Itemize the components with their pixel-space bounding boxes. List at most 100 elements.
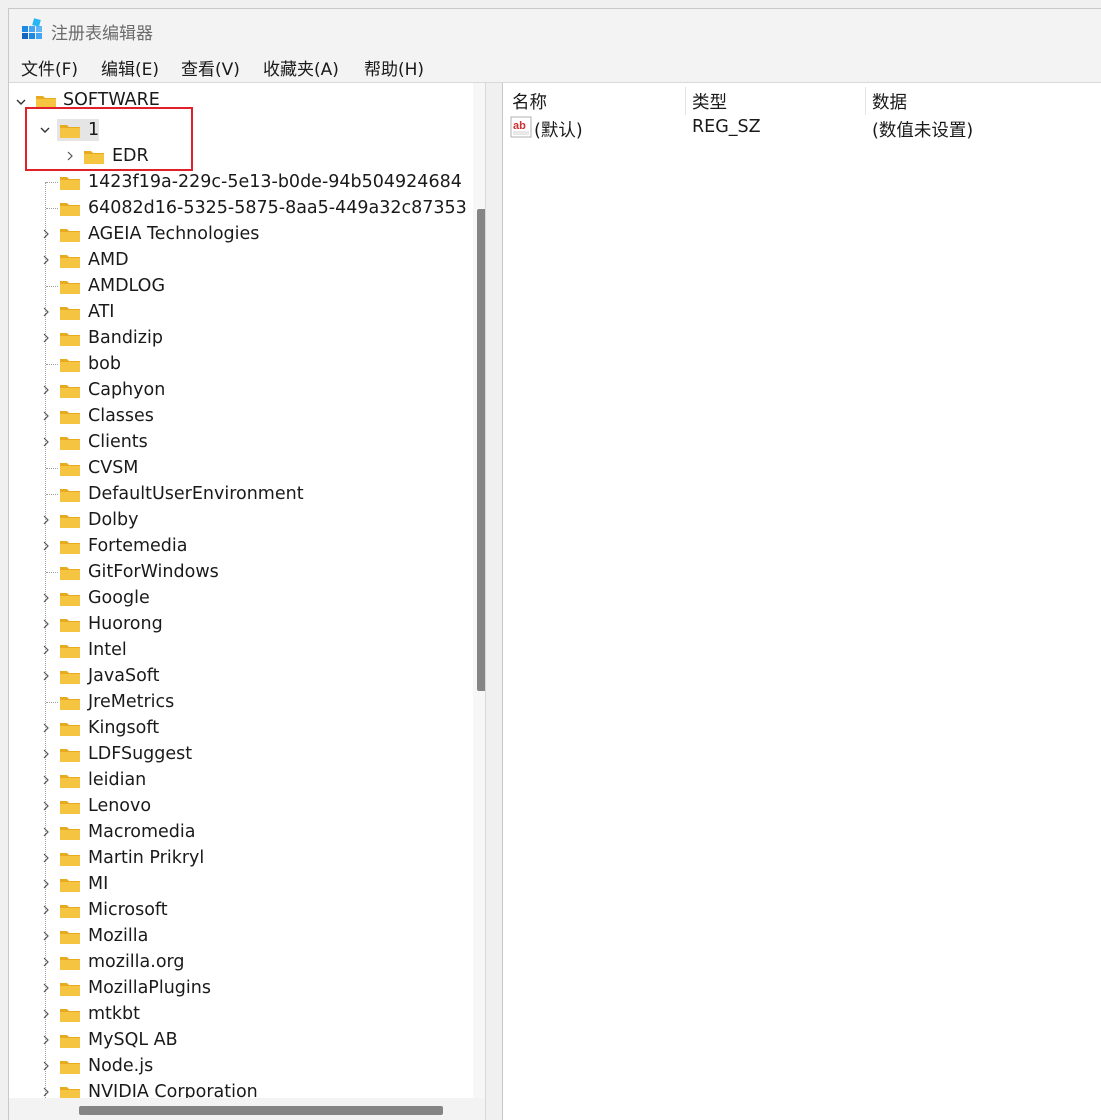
key-tree: SOFTWARE 1 EDR 1423f19a-229c-5e13-b0de-9… (9, 83, 473, 1098)
values-list-pane[interactable]: 名称 类型 数据 ab (默认) REG_SZ (数值未设置) (503, 83, 1101, 1120)
title-bar[interactable]: 注册表编辑器 (9, 9, 1101, 51)
menu-help[interactable]: 帮助(H) (362, 55, 426, 80)
folder-icon (60, 229, 80, 242)
tree-node[interactable]: JreMetrics (9, 689, 473, 715)
tree-node[interactable]: leidian (9, 767, 473, 793)
tree-node[interactable]: Intel (9, 637, 473, 663)
chevron-right-icon[interactable] (40, 670, 52, 682)
tree-node[interactable]: GitForWindows (9, 559, 473, 585)
menu-edit[interactable]: 编辑(E) (99, 55, 161, 80)
tree-node-label: 1423f19a-229c-5e13-b0de-94b504924684 (88, 172, 462, 192)
tree-node[interactable]: Kingsoft (9, 715, 473, 741)
chevron-right-icon[interactable] (40, 618, 52, 630)
tree-node[interactable]: Fortemedia (9, 533, 473, 559)
tree-node-label: CVSM (88, 458, 139, 478)
horizontal-scroll-thumb[interactable] (79, 1106, 443, 1115)
menu-favorites[interactable]: 收藏夹(A) (261, 55, 341, 80)
tree-node[interactable]: Classes (9, 403, 473, 429)
chevron-right-icon[interactable] (40, 228, 52, 240)
chevron-right-icon[interactable] (40, 254, 52, 266)
chevron-right-icon[interactable] (40, 1060, 52, 1072)
tree-node[interactable]: Mozilla (9, 923, 473, 949)
chevron-right-icon[interactable] (40, 956, 52, 968)
tree-node[interactable]: ATI (9, 299, 473, 325)
chevron-right-icon[interactable] (40, 774, 52, 786)
chevron-right-icon[interactable] (40, 826, 52, 838)
tree-node-label: LDFSuggest (88, 744, 193, 764)
column-header-type[interactable]: 类型 (692, 89, 727, 114)
column-separator[interactable] (865, 87, 866, 115)
column-header-data[interactable]: 数据 (872, 89, 907, 114)
chevron-right-icon[interactable] (40, 306, 52, 318)
chevron-right-icon[interactable] (40, 800, 52, 812)
chevron-right-icon[interactable] (40, 436, 52, 448)
tree-node[interactable]: mtkbt (9, 1001, 473, 1027)
tree-node[interactable]: CVSM (9, 455, 473, 481)
tree-node[interactable]: Martin Prikryl (9, 845, 473, 871)
tree-node[interactable]: mozilla.org (9, 949, 473, 975)
tree-node[interactable]: Caphyon (9, 377, 473, 403)
chevron-right-icon[interactable] (40, 592, 52, 604)
folder-icon (60, 359, 80, 372)
tree-node[interactable]: AMD (9, 247, 473, 273)
chevron-right-icon[interactable] (40, 1086, 52, 1098)
folder-icon (60, 463, 80, 476)
tree-node-label: Bandizip (88, 328, 163, 348)
chevron-right-icon[interactable] (40, 1034, 52, 1046)
tree-node[interactable]: Lenovo (9, 793, 473, 819)
tree-node[interactable]: bob (9, 351, 473, 377)
tree-node[interactable]: DefaultUserEnvironment (9, 481, 473, 507)
tree-node[interactable]: Huorong (9, 611, 473, 637)
chevron-right-icon[interactable] (40, 722, 52, 734)
tree-node[interactable]: Microsoft (9, 897, 473, 923)
tree-node[interactable]: Dolby (9, 507, 473, 533)
tree-node[interactable]: 64082d16-5325-5875-8aa5-449a32c87353 (9, 195, 473, 221)
tree-node[interactable]: MozillaPlugins (9, 975, 473, 1001)
tree-node-label: Lenovo (88, 796, 152, 816)
menu-view[interactable]: 查看(V) (179, 55, 242, 80)
chevron-right-icon[interactable] (40, 930, 52, 942)
value-type: REG_SZ (692, 117, 761, 137)
vertical-scroll-thumb[interactable] (477, 209, 485, 691)
menu-file[interactable]: 文件(F) (19, 55, 80, 80)
folder-icon (60, 1009, 80, 1022)
chevron-right-icon[interactable] (40, 540, 52, 552)
chevron-right-icon[interactable] (40, 982, 52, 994)
tree-node-label: leidian (88, 770, 147, 790)
tree-node[interactable]: NVIDIA Corporation (9, 1079, 473, 1098)
chevron-right-icon[interactable] (40, 644, 52, 656)
folder-icon (60, 541, 80, 554)
chevron-right-icon[interactable] (40, 748, 52, 760)
chevron-right-icon[interactable] (40, 410, 52, 422)
tree-guide-line (46, 208, 58, 209)
chevron-right-icon[interactable] (40, 384, 52, 396)
chevron-right-icon[interactable] (40, 852, 52, 864)
tree-node[interactable]: AGEIA Technologies (9, 221, 473, 247)
tree-node[interactable]: JavaSoft (9, 663, 473, 689)
tree-node[interactable]: Node.js (9, 1053, 473, 1079)
tree-node[interactable]: Bandizip (9, 325, 473, 351)
folder-icon (60, 853, 80, 866)
pane-splitter[interactable] (485, 83, 503, 1120)
chevron-right-icon[interactable] (40, 878, 52, 890)
tree-node[interactable]: Macromedia (9, 819, 473, 845)
column-separator[interactable] (685, 87, 686, 115)
tree-node[interactable]: LDFSuggest (9, 741, 473, 767)
tree-node[interactable]: MySQL AB (9, 1027, 473, 1053)
tree-node[interactable]: Clients (9, 429, 473, 455)
chevron-right-icon[interactable] (40, 904, 52, 916)
key-tree-pane[interactable]: SOFTWARE 1 EDR 1423f19a-229c-5e13-b0de-9… (9, 83, 485, 1120)
tree-node[interactable]: 1423f19a-229c-5e13-b0de-94b504924684 (9, 169, 473, 195)
tree-node[interactable]: AMDLOG (9, 273, 473, 299)
chevron-right-icon[interactable] (40, 1008, 52, 1020)
window-title: 注册表编辑器 (51, 24, 153, 44)
chevron-right-icon[interactable] (40, 514, 52, 526)
tree-node-label: MozillaPlugins (88, 978, 211, 998)
column-header-name[interactable]: 名称 (512, 89, 547, 114)
tree-node-label: DefaultUserEnvironment (88, 484, 304, 504)
folder-icon (60, 411, 80, 424)
tree-node[interactable]: MI (9, 871, 473, 897)
chevron-right-icon[interactable] (40, 332, 52, 344)
tree-node[interactable]: Google (9, 585, 473, 611)
folder-icon (60, 307, 80, 320)
